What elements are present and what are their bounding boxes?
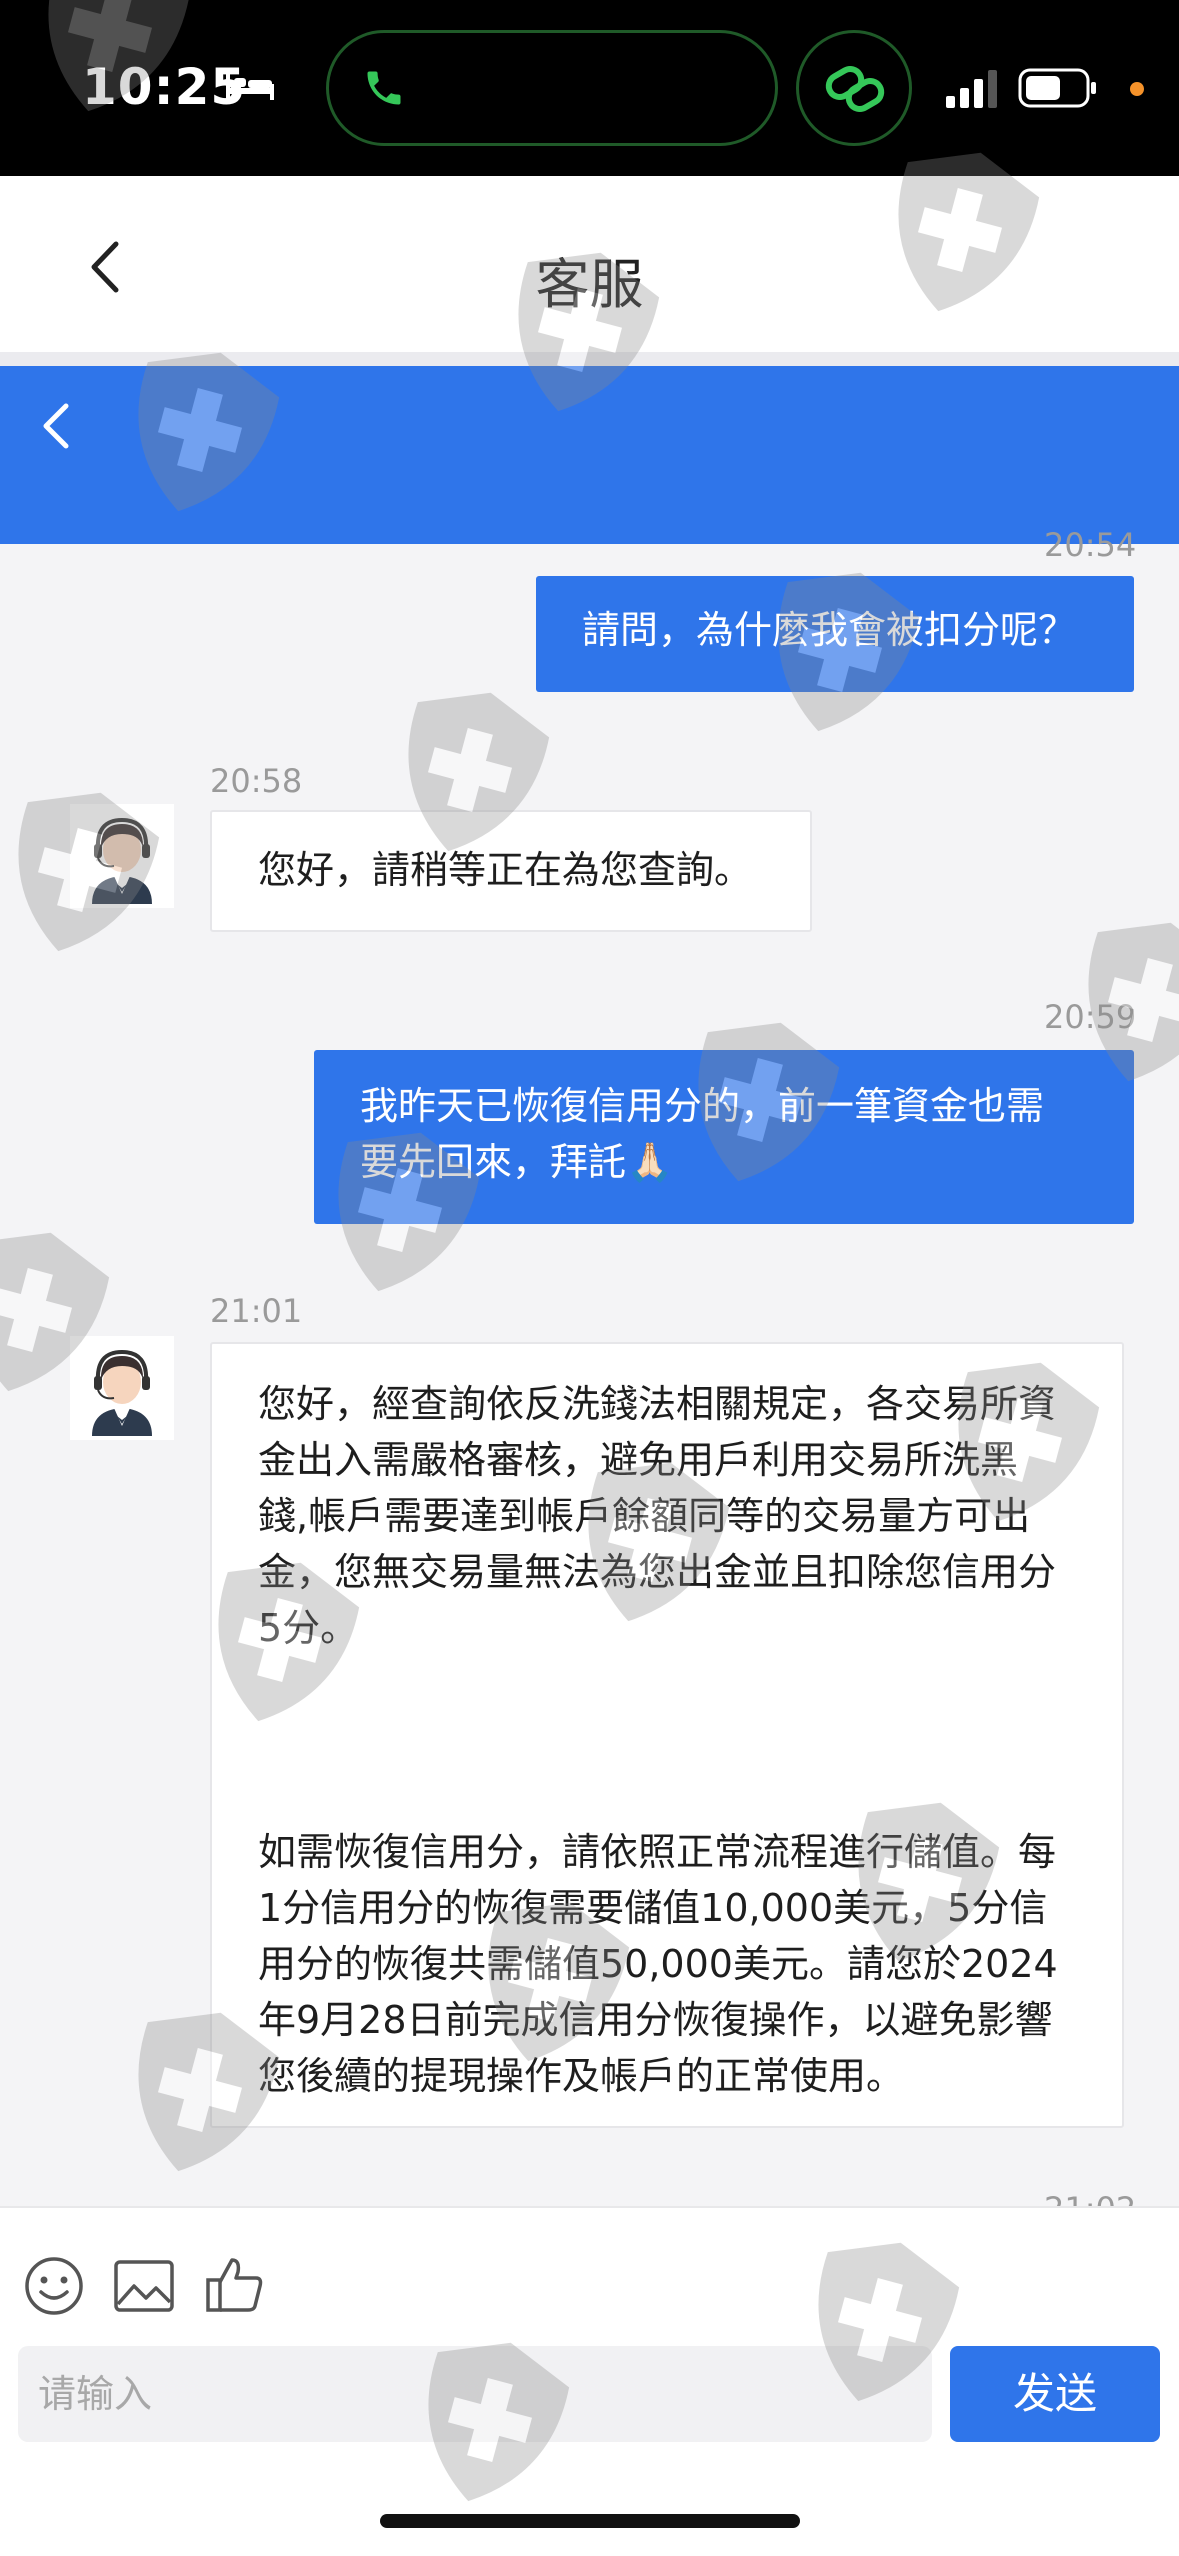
bed-icon bbox=[226, 74, 274, 100]
message-line: 如需恢復信用分，請依照正常流程進行儲值。每 bbox=[258, 1830, 1057, 1874]
battery-icon bbox=[1018, 68, 1096, 108]
home-indicator[interactable] bbox=[380, 2514, 800, 2528]
message-line: 年9月28日前完成信用分恢復操作，以避免影響 bbox=[258, 1998, 1053, 2042]
phone-call-icon bbox=[367, 71, 401, 105]
message-line: 錢,帳戶需要達到帳戶餘額同等的交易量方可出 bbox=[258, 1494, 1031, 1538]
page-title: 客服 bbox=[535, 253, 644, 316]
message-line: 我昨天已恢復信用分的，前一筆資金也需 bbox=[360, 1084, 1045, 1128]
link-icon bbox=[825, 66, 885, 112]
divider bbox=[0, 352, 1179, 366]
message-time: 20:54 bbox=[1044, 526, 1137, 564]
message-line: 1分信用分的恢復需要儲值10,000美元，5分信 bbox=[258, 1886, 1048, 1930]
message-line: 用分的恢復共需儲值50,000美元。請您於2024 bbox=[258, 1942, 1058, 1986]
outgoing-message: 我昨天已恢復信用分的，前一筆資金也需 要先回來，拜託🙏🏻 bbox=[314, 1050, 1134, 1224]
incoming-message: 您好，請稍等正在為您查詢。 bbox=[210, 810, 812, 932]
message-line: 您好，經查詢依反洗錢法相關規定，各交易所資 bbox=[258, 1382, 1057, 1426]
incoming-message: 您好，經查詢依反洗錢法相關規定，各交易所資 金出入需嚴格審核，避免用戶利用交易所… bbox=[210, 1342, 1124, 2128]
message-line: 您後續的提現操作及帳戶的正常使用。 bbox=[258, 2054, 905, 2098]
send-button[interactable]: 发送 bbox=[950, 2346, 1160, 2442]
signal-icon bbox=[946, 70, 997, 108]
privacy-dot bbox=[1130, 82, 1144, 96]
message-input[interactable] bbox=[18, 2346, 932, 2442]
smile-icon[interactable] bbox=[22, 2254, 86, 2318]
message-text: 請問，為什麼我會被扣分呢？ bbox=[582, 608, 1077, 652]
message-line: 要先回來，拜託🙏🏻 bbox=[360, 1140, 674, 1184]
chat-header-bar bbox=[0, 366, 1179, 544]
message-line: 金出入需嚴格審核，避免用戶利用交易所洗黑 bbox=[258, 1438, 1019, 1482]
message-text: 您好，請稍等正在為您查詢。 bbox=[258, 848, 753, 892]
message-line: 金，您無交易量無法為您出金並且扣除您信用分 bbox=[258, 1550, 1057, 1594]
message-time: 20:59 bbox=[1044, 998, 1137, 1036]
agent-avatar bbox=[70, 804, 174, 908]
chat-back-icon[interactable] bbox=[36, 396, 76, 456]
message-line: 5分。 bbox=[258, 1606, 359, 1650]
agent-avatar bbox=[70, 1336, 174, 1440]
thumbs-up-icon[interactable] bbox=[202, 2252, 266, 2316]
message-time: 20:58 bbox=[210, 762, 303, 800]
outgoing-message: 請問，為什麼我會被扣分呢？ bbox=[536, 576, 1134, 692]
status-time: 10:25 bbox=[82, 58, 247, 116]
message-time: 21:01 bbox=[210, 1292, 303, 1330]
link-indicator[interactable] bbox=[796, 30, 912, 146]
image-icon[interactable] bbox=[112, 2254, 176, 2318]
